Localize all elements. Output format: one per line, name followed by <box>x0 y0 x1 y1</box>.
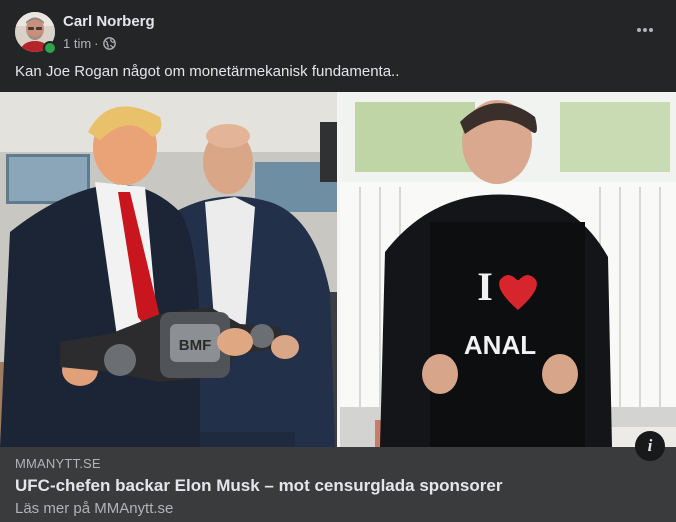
link-title[interactable]: UFC-chefen backar Elon Musk – mot censur… <box>15 476 502 496</box>
post-text: Kan Joe Rogan något om monetärmekanisk f… <box>15 63 400 80</box>
facebook-post: Carl Norberg 1 tim · Kan Joe Rogan något… <box>0 0 676 522</box>
more-options-icon[interactable] <box>628 17 662 43</box>
belt-text: BMF <box>179 337 212 354</box>
image-collage: BMF I ANAL <box>0 92 676 447</box>
right-photo-panel: I ANAL <box>340 92 676 447</box>
info-icon[interactable]: i <box>635 431 665 461</box>
shirt-letter: I <box>477 264 493 309</box>
left-photo-panel: BMF <box>0 92 338 447</box>
link-domain: MMANYTT.SE <box>15 456 101 471</box>
link-preview[interactable]: MMANYTT.SE UFC-chefen backar Elon Musk –… <box>0 447 676 522</box>
post-meta: 1 tim · <box>63 35 116 51</box>
collage-divider <box>337 92 340 447</box>
author-name[interactable]: Carl Norberg <box>63 13 155 30</box>
post-header: Carl Norberg 1 tim · <box>0 0 676 60</box>
online-status-indicator <box>43 41 57 55</box>
shirt-text: ANAL <box>464 330 536 360</box>
post-timestamp[interactable]: 1 tim <box>63 36 91 51</box>
link-subtitle: Läs mer på MMAnytt.se <box>15 500 174 517</box>
post-image[interactable]: BMF I ANAL <box>0 92 676 447</box>
globe-icon[interactable] <box>102 36 116 50</box>
meta-separator: · <box>94 35 99 51</box>
info-icon-glyph: i <box>647 436 653 455</box>
